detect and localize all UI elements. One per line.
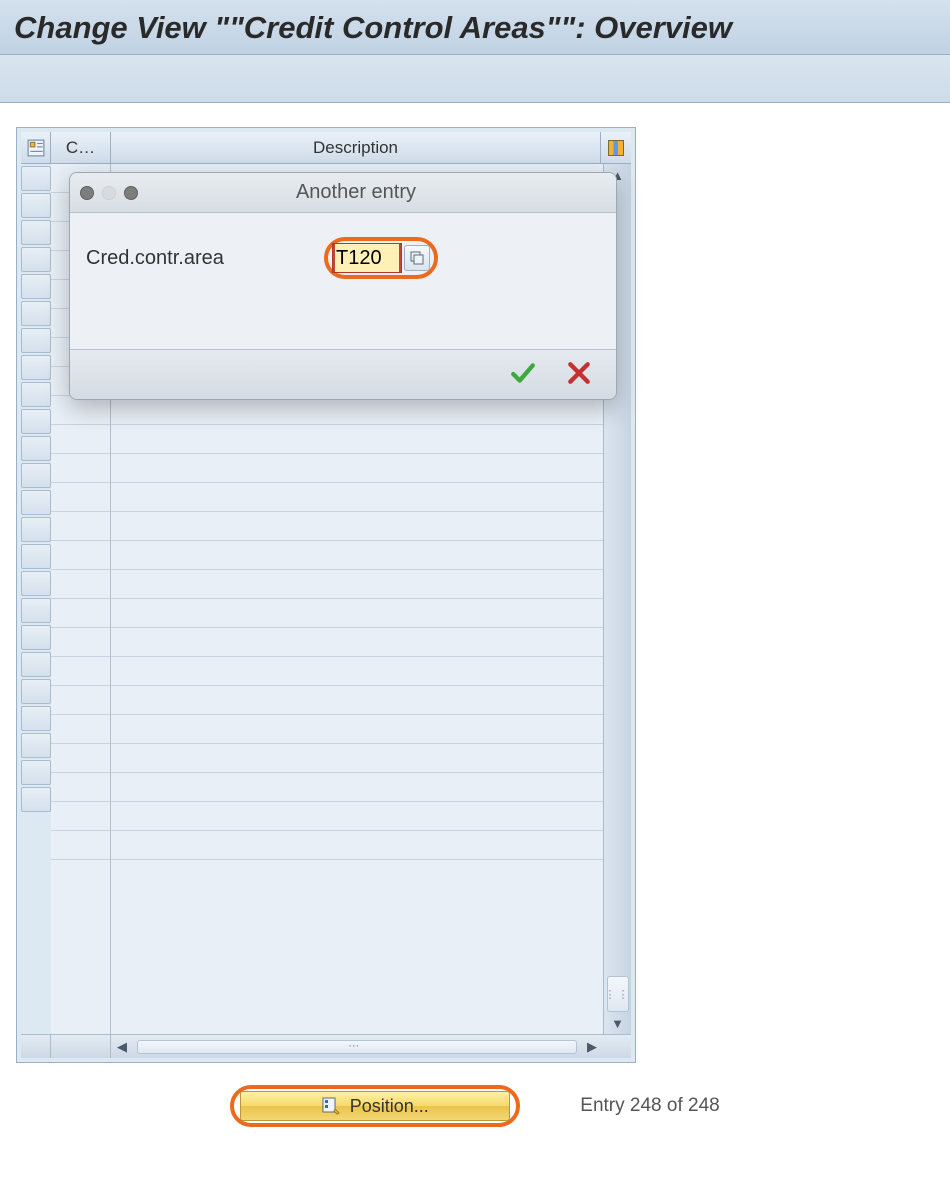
columns-config-icon: [608, 140, 624, 156]
page-title: Change View ""Credit Control Areas"": Ov…: [14, 10, 732, 45]
table-cell-description[interactable]: [111, 686, 603, 715]
table-cell-description[interactable]: [111, 744, 603, 773]
table-cell-code[interactable]: [51, 802, 110, 831]
row-selector[interactable]: [21, 571, 51, 596]
dialog-footer: [70, 349, 616, 399]
row-selector[interactable]: [21, 490, 51, 515]
value-help-button[interactable]: [404, 245, 430, 271]
table-cell-code[interactable]: [51, 831, 110, 860]
table-cell-description[interactable]: [111, 570, 603, 599]
application-toolbar: [0, 55, 950, 103]
highlight-ring: Position...: [230, 1085, 520, 1127]
hscroll-thumb[interactable]: [137, 1040, 577, 1054]
dialog-titlebar[interactable]: Another entry: [70, 173, 616, 213]
table-cell-description[interactable]: [111, 541, 603, 570]
scroll-right-button[interactable]: ▶: [581, 1038, 603, 1056]
table-cell-code[interactable]: [51, 773, 110, 802]
row-selector[interactable]: [21, 598, 51, 623]
column-header-description[interactable]: Description: [111, 132, 601, 163]
configure-columns-button[interactable]: [601, 132, 631, 163]
row-selector[interactable]: [21, 382, 51, 407]
cancel-x-icon: [566, 360, 592, 386]
highlight-ring: [324, 237, 438, 279]
table-cell-description[interactable]: [111, 773, 603, 802]
title-bar: Change View ""Credit Control Areas"": Ov…: [0, 0, 950, 55]
window-zoom-dot[interactable]: [124, 186, 138, 200]
window-close-dot[interactable]: [80, 186, 94, 200]
footer-bar: Position... Entry 248 of 248: [16, 1063, 934, 1127]
row-selector[interactable]: [21, 193, 51, 218]
row-selector[interactable]: [21, 679, 51, 704]
table-overview: C… Description ▲ ⋮⋮ ▼: [16, 127, 636, 1063]
row-selector[interactable]: [21, 274, 51, 299]
table-cell-description[interactable]: [111, 802, 603, 831]
table-cell-description[interactable]: [111, 425, 603, 454]
row-selector[interactable]: [21, 544, 51, 569]
checkmark-icon: [510, 360, 536, 386]
table-cell-code[interactable]: [51, 715, 110, 744]
row-selector[interactable]: [21, 409, 51, 434]
row-selector[interactable]: [21, 220, 51, 245]
dialog-ok-button[interactable]: [504, 359, 542, 390]
table-cell-code[interactable]: [51, 425, 110, 454]
table-select-icon: [27, 139, 45, 157]
select-all-button[interactable]: [21, 132, 51, 163]
scroll-thumb[interactable]: ⋮⋮: [607, 976, 629, 1012]
row-selector[interactable]: [21, 760, 51, 785]
window-minimize-dot[interactable]: [102, 186, 116, 200]
content-area: C… Description ▲ ⋮⋮ ▼: [0, 103, 950, 1151]
table-cell-description[interactable]: [111, 396, 603, 425]
table-cell-description[interactable]: [111, 483, 603, 512]
scroll-down-button[interactable]: ▼: [607, 1012, 629, 1034]
another-entry-dialog: Another entry Cred.contr.area: [69, 172, 617, 400]
table-cell-code[interactable]: [51, 512, 110, 541]
column-header-code[interactable]: C…: [51, 132, 111, 163]
dialog-title: Another entry: [146, 181, 566, 204]
table-cell-code[interactable]: [51, 599, 110, 628]
table-cell-code[interactable]: [51, 541, 110, 570]
position-button[interactable]: Position...: [240, 1091, 510, 1121]
table-cell-code[interactable]: [51, 686, 110, 715]
position-button-label: Position...: [350, 1096, 429, 1117]
scroll-left-button[interactable]: ◀: [111, 1038, 133, 1056]
table-cell-code[interactable]: [51, 570, 110, 599]
row-selector-column: [21, 164, 51, 1034]
position-icon: [322, 1097, 340, 1115]
row-selector[interactable]: [21, 247, 51, 272]
horizontal-scrollbar[interactable]: ◀ ▶: [21, 1034, 631, 1058]
row-selector[interactable]: [21, 166, 51, 191]
table-cell-description[interactable]: [111, 512, 603, 541]
table-cell-description[interactable]: [111, 831, 603, 860]
row-selector[interactable]: [21, 436, 51, 461]
row-selector[interactable]: [21, 328, 51, 353]
row-selector[interactable]: [21, 301, 51, 326]
table-cell-description[interactable]: [111, 715, 603, 744]
row-selector[interactable]: [21, 706, 51, 731]
table-cell-description[interactable]: [111, 657, 603, 686]
table-cell-code[interactable]: [51, 744, 110, 773]
row-selector[interactable]: [21, 733, 51, 758]
row-selector[interactable]: [21, 652, 51, 677]
cred-contr-area-input[interactable]: [332, 243, 402, 273]
value-help-icon: [410, 251, 424, 265]
table-header-row: C… Description: [21, 132, 631, 164]
row-selector[interactable]: [21, 787, 51, 812]
table-cell-code[interactable]: [51, 628, 110, 657]
table-cell-code[interactable]: [51, 454, 110, 483]
table-cell-code[interactable]: [51, 657, 110, 686]
table-cell-description[interactable]: [111, 599, 603, 628]
cred-contr-area-label: Cred.contr.area: [86, 247, 306, 270]
dialog-cancel-button[interactable]: [560, 359, 598, 390]
table-cell-code[interactable]: [51, 396, 110, 425]
row-selector[interactable]: [21, 625, 51, 650]
table-cell-description[interactable]: [111, 628, 603, 657]
table-cell-description[interactable]: [111, 454, 603, 483]
row-selector[interactable]: [21, 355, 51, 380]
table-cell-code[interactable]: [51, 483, 110, 512]
row-selector[interactable]: [21, 463, 51, 488]
entry-count-status: Entry 248 of 248: [580, 1095, 719, 1117]
row-selector[interactable]: [21, 517, 51, 542]
